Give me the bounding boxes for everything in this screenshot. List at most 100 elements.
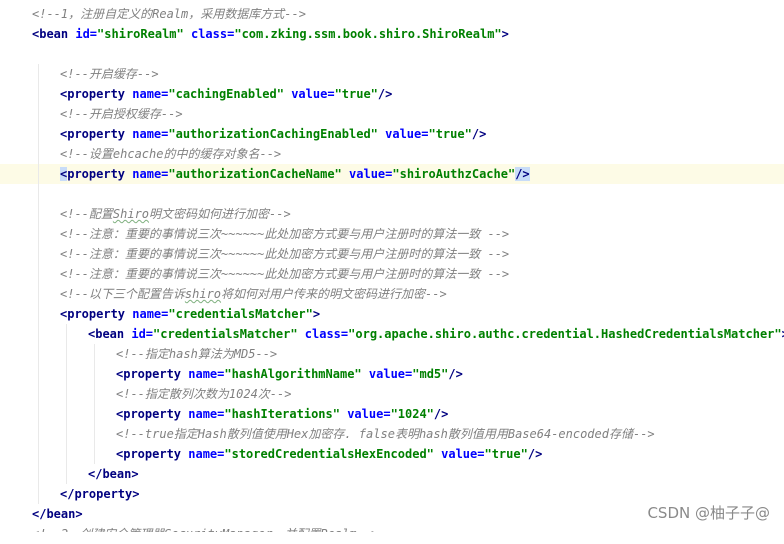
code-line[interactable]: <!--以下三个配置告诉shiro将如何对用户传来的明文密码进行加密-->: [0, 284, 784, 304]
code-token-tag: property: [67, 167, 133, 181]
code-token-value: "shiroRealm": [97, 27, 184, 41]
code-token-value: "hashIterations": [224, 407, 340, 421]
code-line[interactable]: <bean id="shiroRealm" class="com.zking.s…: [0, 24, 784, 44]
code-token-comment: <!--true指定Hash散列值使用Hex加密存. false表明hash散列…: [116, 427, 655, 441]
code-editor[interactable]: <!--1，注册自定义的Realm，采用数据库方式--> <bean id="sh…: [0, 0, 784, 532]
code-token-comment: shiro: [184, 287, 222, 301]
code-line[interactable]: <!--注意：重要的事情说三次~~~~~~此处加密方式要与用户注册时的算法一致 …: [0, 224, 784, 244]
code-token-attr: name=: [188, 367, 225, 381]
code-token-comment: <!--开启缓存-->: [60, 67, 159, 81]
code-line[interactable]: <property name="hashAlgorithmName" value…: [0, 364, 784, 384]
csdn-watermark: CSDN @柚子子@: [647, 504, 770, 522]
code-line[interactable]: [0, 184, 784, 204]
code-token-value: "md5": [412, 367, 449, 381]
code-line[interactable]: <property name="credentialsMatcher">: [0, 304, 784, 324]
code-line[interactable]: <!--注意：重要的事情说三次~~~~~~此处加密方式要与用户注册时的算法一致 …: [0, 264, 784, 284]
code-token-tag: <bean: [88, 327, 132, 341]
code-line[interactable]: <!--1，注册自定义的Realm，采用数据库方式-->: [0, 4, 784, 24]
code-line[interactable]: <property name="cachingEnabled" value="t…: [0, 84, 784, 104]
code-token-attr: name=: [132, 87, 169, 101]
code-token-value: "cachingEnabled": [168, 87, 284, 101]
code-line[interactable]: <property name="hashIterations" value="1…: [0, 404, 784, 424]
indent-guide: [38, 64, 39, 504]
code-token-comment: <!--注意：重要的事情说三次~~~~~~此处加密方式要与用户注册时的算法一致 …: [60, 247, 510, 261]
code-token-value: "true": [428, 127, 472, 141]
code-line[interactable]: <!--true指定Hash散列值使用Hex加密存. false表明hash散列…: [0, 424, 784, 444]
code-token-value: "credentialsMatcher": [153, 327, 298, 341]
code-token-value: "shiroAuthzCache": [392, 167, 516, 181]
code-token-value: "authorizationCachingEnabled": [168, 127, 378, 141]
code-token-comment: 明文密码如何进行加密-->: [149, 207, 291, 221]
code-token-attr: name=: [132, 167, 169, 181]
code-token-tag: <property: [60, 127, 133, 141]
code-token-attr: value=: [347, 407, 391, 421]
code-line[interactable]: <!--2，创建安全管理器SecurityManager，并配置Realm-->: [0, 524, 784, 541]
code-token-tag: <property: [60, 307, 133, 321]
code-token-attr: class=: [304, 327, 349, 341]
code-token-tag: >: [312, 307, 321, 321]
code-line[interactable]: </bean>: [0, 464, 784, 484]
code-line[interactable]: <!--设置ehcache的中的缓存对象名-->: [0, 144, 784, 164]
code-token-attr: value=: [349, 167, 393, 181]
code-token-tag: />: [377, 87, 393, 101]
code-line-current[interactable]: <property name="authorizationCacheName" …: [0, 164, 784, 184]
code-token-tag: </property>: [60, 487, 140, 501]
code-token-tag: <property: [116, 407, 189, 421]
indent-guide: [94, 344, 95, 464]
code-token-tag: />: [471, 127, 487, 141]
code-token-tag: </bean>: [88, 467, 139, 481]
code-token-comment: <!--开启授权缓存-->: [60, 107, 183, 121]
code-token-comment: 将如何对用户传来的明文密码进行加密-->: [221, 287, 447, 301]
code-token-value: "credentialsMatcher": [168, 307, 313, 321]
code-line[interactable]: </property>: [0, 484, 784, 504]
code-token-comment: <!--配置: [60, 207, 113, 221]
code-token-comment: <!--以下三个配置告诉: [60, 287, 185, 301]
code-token-comment: Shiro: [112, 207, 150, 221]
code-token-comment: <!--注意：重要的事情说三次~~~~~~此处加密方式要与用户注册时的算法一致 …: [60, 227, 510, 241]
code-token-attr: id=: [75, 27, 98, 41]
code-token-value: "storedCredentialsHexEncoded": [224, 447, 434, 461]
code-token-comment: <!--设置ehcache的中的缓存对象名-->: [60, 147, 282, 161]
code-line[interactable]: <property name="storedCredentialsHexEnco…: [0, 444, 784, 464]
code-token-comment: <!--注意：重要的事情说三次~~~~~~此处加密方式要与用户注册时的算法一致 …: [60, 267, 510, 281]
code-token-value: "1024": [390, 407, 434, 421]
code-token-value: "true": [484, 447, 528, 461]
code-token-tag: />: [527, 447, 543, 461]
code-token-value: "authorizationCacheName": [168, 167, 342, 181]
code-line[interactable]: <bean id="credentialsMatcher" class="org…: [0, 324, 784, 344]
code-token-comment: <!--2，创建安全管理器SecurityManager，并配置Realm-->: [32, 527, 379, 541]
code-line[interactable]: <!--配置Shiro明文密码如何进行加密-->: [0, 204, 784, 224]
code-token-attr: name=: [188, 447, 225, 461]
code-token-comment: <!--1，注册自定义的Realm，采用数据库方式-->: [32, 7, 306, 21]
code-token-attr: class=: [190, 27, 235, 41]
code-token-tag: >: [501, 27, 509, 41]
code-token-value: "org.apache.shiro.authc.credential.Hashe…: [348, 327, 782, 341]
code-token-attr: value=: [385, 127, 429, 141]
code-line[interactable]: <property name="authorizationCachingEnab…: [0, 124, 784, 144]
indent-guide: [66, 324, 67, 484]
code-line[interactable]: <!--开启授权缓存-->: [0, 104, 784, 124]
code-token-tag: <property: [60, 87, 133, 101]
code-line[interactable]: <!--开启缓存-->: [0, 64, 784, 84]
code-token-value: "hashAlgorithmName": [224, 367, 362, 381]
code-token-tag: />: [515, 167, 530, 181]
code-token-tag: </bean>: [32, 507, 83, 521]
code-token-tag: />: [448, 367, 463, 381]
code-token-attr: value=: [291, 87, 335, 101]
code-token-value: "com.zking.ssm.book.shiro.ShiroRealm": [234, 27, 502, 41]
code-line[interactable]: [0, 44, 784, 64]
code-token-tag: <property: [116, 367, 189, 381]
code-token-attr: name=: [188, 407, 225, 421]
code-line[interactable]: <!--指定散列次数为1024次-->: [0, 384, 784, 404]
code-token-comment: <!--指定hash算法为MD5-->: [116, 347, 278, 361]
code-token-attr: name=: [132, 307, 169, 321]
code-token-value: "true": [334, 87, 378, 101]
code-token-attr: id=: [131, 327, 154, 341]
code-token-attr: value=: [368, 367, 413, 381]
code-line[interactable]: <!--注意：重要的事情说三次~~~~~~此处加密方式要与用户注册时的算法一致 …: [0, 244, 784, 264]
code-line[interactable]: <!--指定hash算法为MD5-->: [0, 344, 784, 364]
